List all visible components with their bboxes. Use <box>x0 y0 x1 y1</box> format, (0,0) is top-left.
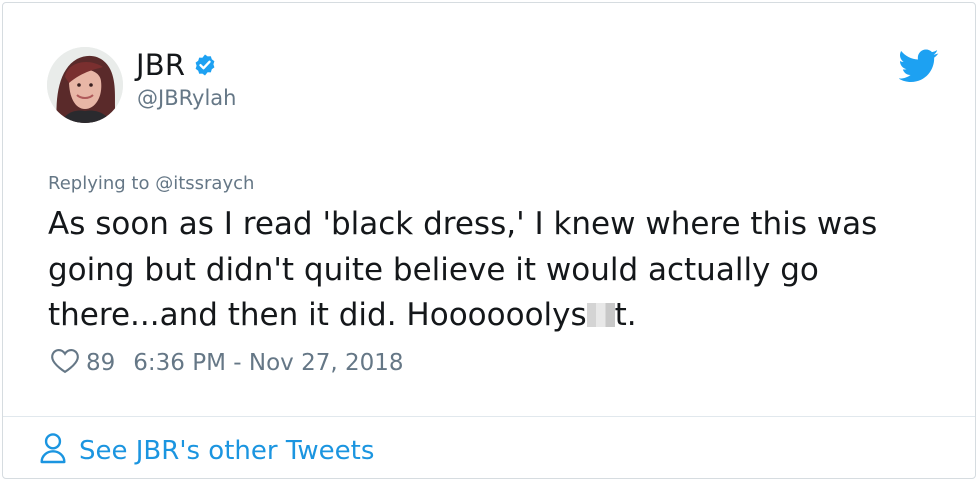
avatar[interactable] <box>47 47 123 123</box>
censor-pixelation <box>586 303 615 327</box>
author-handle[interactable]: @JBRylah <box>137 86 236 110</box>
person-icon <box>39 432 79 471</box>
avatar-photo <box>47 47 123 123</box>
heart-icon[interactable] <box>50 346 86 380</box>
verified-badge-icon <box>193 53 217 77</box>
author-name-row[interactable]: JBR <box>136 47 217 83</box>
author-name[interactable]: JBR <box>136 48 185 82</box>
tweet-timestamp[interactable]: 6:36 PM - Nov 27, 2018 <box>133 350 403 376</box>
tweet-text-tail: t. <box>614 297 637 333</box>
tweet-text-main: As soon as I read 'black dress,' I knew … <box>48 206 878 333</box>
tweet-card: JBR @JBRylah Replying to @itssraych As s… <box>2 2 976 479</box>
see-other-tweets-link[interactable]: See JBR's other Tweets <box>39 431 374 471</box>
twitter-bird-icon[interactable] <box>898 49 939 83</box>
tweet-text: As soon as I read 'black dress,' I knew … <box>48 202 948 339</box>
footer-divider <box>3 416 975 417</box>
replying-to-label[interactable]: Replying to @itssraych <box>48 173 254 194</box>
tweet-meta: 89 6:36 PM - Nov 27, 2018 <box>50 347 404 379</box>
like-count[interactable]: 89 <box>86 350 115 376</box>
see-other-tweets-label[interactable]: See JBR's other Tweets <box>79 436 374 466</box>
